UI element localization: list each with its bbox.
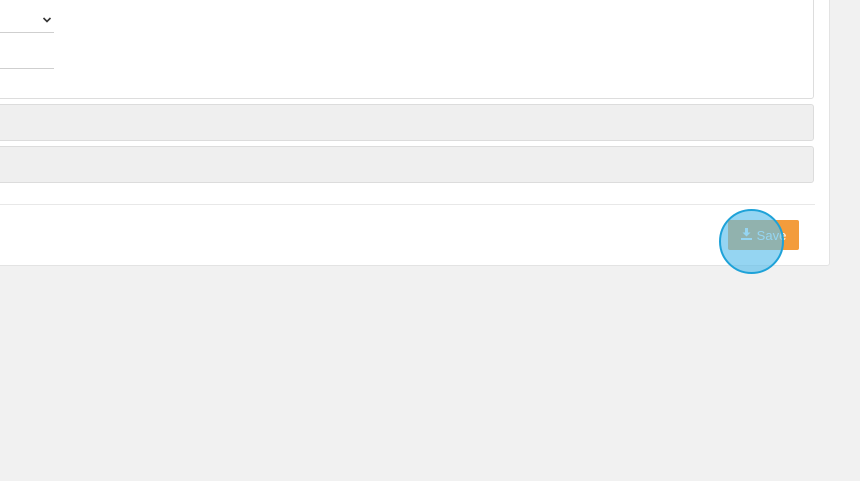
collapsed-panel-2[interactable]: [0, 146, 814, 183]
chevron-down-icon: [42, 13, 52, 23]
save-button[interactable]: Save: [728, 220, 799, 250]
form-fields-panel: [0, 0, 814, 99]
text-input[interactable]: [0, 45, 54, 69]
collapsed-panel-1[interactable]: [0, 104, 814, 141]
select-field[interactable]: [0, 7, 54, 33]
download-icon: [740, 227, 752, 243]
footer-divider: [0, 204, 815, 205]
save-button-label: Save: [756, 227, 787, 243]
